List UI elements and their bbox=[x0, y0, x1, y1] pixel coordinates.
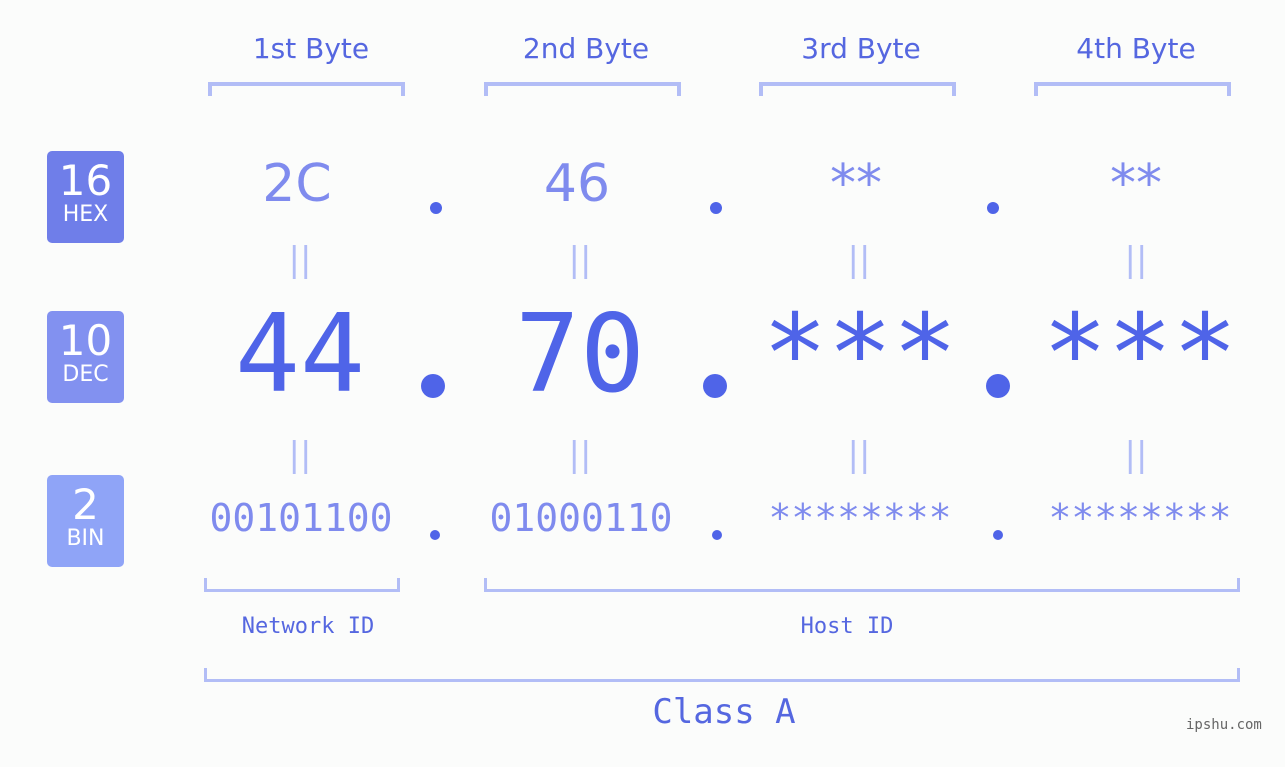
bin-badge: 2 BIN bbox=[47, 475, 124, 567]
network-id-bracket bbox=[204, 578, 400, 592]
host-id-bracket bbox=[484, 578, 1240, 592]
byte-bracket-1 bbox=[208, 82, 405, 96]
bin-dot-1 bbox=[430, 530, 440, 540]
equals-icon: || bbox=[1124, 435, 1148, 475]
hex-value-2: 46 bbox=[543, 154, 611, 214]
equals-icon: || bbox=[847, 435, 871, 475]
hex-badge-base: 16 bbox=[58, 156, 113, 205]
dec-value-4: *** bbox=[1042, 292, 1238, 417]
dec-dot-1 bbox=[421, 374, 445, 398]
dec-value-3: *** bbox=[762, 292, 958, 417]
hex-badge-unit: HEX bbox=[62, 202, 109, 227]
bin-dot-3 bbox=[993, 530, 1003, 540]
equals-icon: || bbox=[847, 240, 871, 280]
byte-header-4: 4th Byte bbox=[1076, 32, 1196, 65]
class-label: Class A bbox=[652, 692, 796, 732]
hex-badge: 16 HEX bbox=[47, 151, 124, 243]
equals-icon: || bbox=[288, 240, 312, 280]
dec-dot-3 bbox=[986, 374, 1010, 398]
hex-dot-2 bbox=[710, 202, 722, 214]
bin-value-2: 01000110 bbox=[489, 496, 673, 540]
byte-bracket-4 bbox=[1034, 82, 1231, 96]
equals-icon: || bbox=[1124, 240, 1148, 280]
class-bracket bbox=[204, 668, 1240, 682]
byte-header-1: 1st Byte bbox=[252, 32, 370, 65]
bin-dot-2 bbox=[712, 530, 722, 540]
byte-header-2: 2nd Byte bbox=[522, 32, 650, 65]
equals-icon: || bbox=[568, 435, 592, 475]
bin-badge-base: 2 bbox=[72, 480, 99, 529]
dec-value-1: 44 bbox=[234, 292, 366, 417]
bin-badge-unit: BIN bbox=[66, 526, 105, 551]
network-id-label: Network ID bbox=[241, 614, 375, 639]
watermark: ipshu.com bbox=[1186, 717, 1262, 733]
bin-value-3: ******** bbox=[768, 496, 952, 540]
dec-badge: 10 DEC bbox=[47, 311, 124, 403]
byte-bracket-2 bbox=[484, 82, 681, 96]
byte-header-3: 3rd Byte bbox=[801, 32, 921, 65]
byte-bracket-3 bbox=[759, 82, 956, 96]
equals-icon: || bbox=[568, 240, 592, 280]
bin-value-1: 00101100 bbox=[209, 496, 393, 540]
dec-badge-base: 10 bbox=[58, 316, 113, 365]
hex-dot-1 bbox=[430, 202, 442, 214]
dec-value-2: 70 bbox=[514, 292, 646, 417]
host-id-label: Host ID bbox=[800, 614, 894, 639]
dec-badge-unit: DEC bbox=[62, 362, 109, 387]
hex-value-4: ** bbox=[1110, 154, 1162, 214]
hex-dot-3 bbox=[987, 202, 999, 214]
hex-value-3: ** bbox=[830, 154, 882, 214]
dec-dot-2 bbox=[703, 374, 727, 398]
equals-icon: || bbox=[288, 435, 312, 475]
bin-value-4: ******** bbox=[1048, 496, 1232, 540]
hex-value-1: 2C bbox=[262, 154, 332, 214]
